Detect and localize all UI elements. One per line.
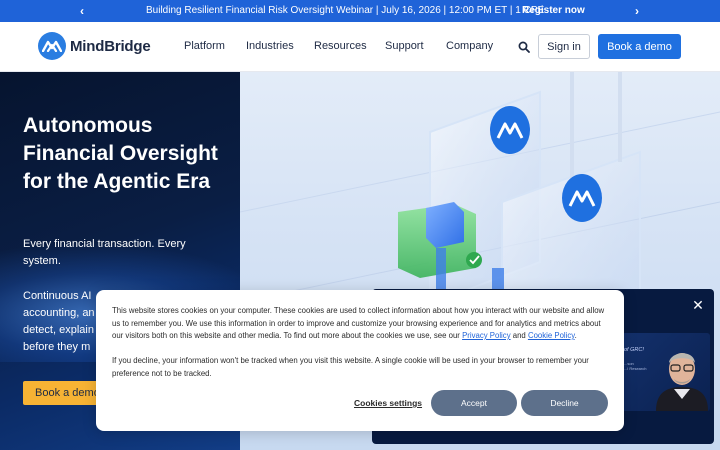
close-icon[interactable]: ✕ bbox=[690, 297, 706, 313]
nav-item-company[interactable]: Company bbox=[446, 40, 493, 52]
brand-logo[interactable]: MindBridge bbox=[38, 32, 151, 60]
cookie-paragraph-1: This website stores cookies on your comp… bbox=[112, 305, 608, 343]
cookie-text-and: and bbox=[510, 331, 528, 340]
decline-cookies-button[interactable]: Decline bbox=[521, 390, 608, 416]
register-now-link[interactable]: Register now bbox=[522, 5, 585, 16]
brand-name: MindBridge bbox=[70, 37, 151, 55]
cookie-paragraph-2: If you decline, your information won't b… bbox=[112, 356, 589, 378]
privacy-policy-link[interactable]: Privacy Policy bbox=[462, 331, 511, 340]
cookies-settings-link[interactable]: Cookies settings bbox=[354, 398, 422, 408]
search-icon[interactable] bbox=[518, 40, 532, 54]
book-demo-header-button[interactable]: Book a demo bbox=[598, 34, 681, 59]
webinar-thumbnail[interactable]: of GRC! ...son ...l Research bbox=[622, 333, 710, 411]
announcement-bar: ‹ Building Resilient Financial Risk Over… bbox=[0, 0, 720, 22]
nav-item-resources[interactable]: Resources bbox=[314, 40, 367, 52]
mindbridge-logo-icon bbox=[38, 32, 66, 60]
site-header: MindBridge Platform Industries Resources… bbox=[0, 22, 720, 72]
nav-item-platform[interactable]: Platform bbox=[184, 40, 225, 52]
nav-item-industries[interactable]: Industries bbox=[246, 40, 294, 52]
nav-item-support[interactable]: Support bbox=[385, 40, 424, 52]
hero-title: Autonomous Financial Oversight for the A… bbox=[23, 114, 218, 193]
speaker-avatar bbox=[656, 353, 708, 411]
announcement-prev-icon[interactable]: ‹ bbox=[71, 0, 93, 22]
cookie-consent-dialog: This website stores cookies on your comp… bbox=[96, 290, 624, 431]
hero-subtitle: Every financial transaction. Every syste… bbox=[23, 238, 186, 267]
announcement-next-icon[interactable]: › bbox=[626, 0, 648, 22]
accept-cookies-button[interactable]: Accept bbox=[431, 390, 517, 416]
cookie-text-period: . bbox=[574, 331, 577, 340]
announcement-message[interactable]: Building Resilient Financial Risk Oversi… bbox=[146, 5, 544, 16]
sign-in-button[interactable]: Sign in bbox=[538, 34, 590, 59]
cookie-policy-link[interactable]: Cookie Policy bbox=[528, 331, 575, 340]
